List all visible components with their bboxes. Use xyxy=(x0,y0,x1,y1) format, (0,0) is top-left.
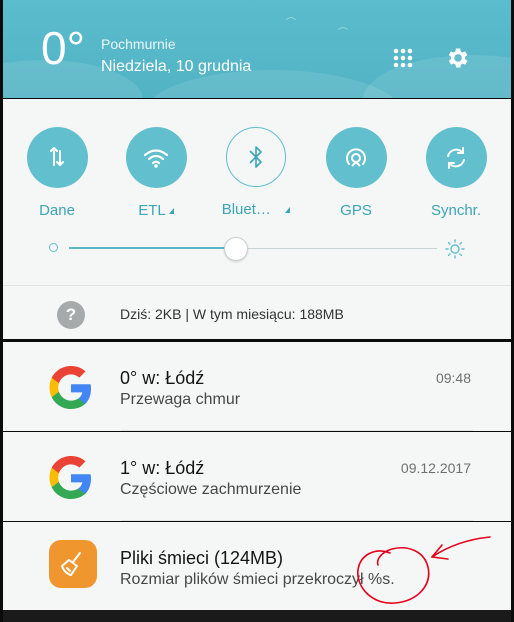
data-usage-row[interactable]: ? Dziś: 2KB | W tym miesiącu: 188MB xyxy=(3,291,511,337)
cloud-decoration xyxy=(363,55,511,98)
notification-text: Przewaga chmur xyxy=(120,391,241,408)
notification-weather-1[interactable]: 0° w: Łódź Przewaga chmur 09:48 xyxy=(3,342,511,431)
bottom-bar xyxy=(3,610,511,622)
current-date: Niedziela, 10 grudnia xyxy=(101,58,252,75)
dropdown-arrow-icon[interactable] xyxy=(285,206,291,213)
sync-icon xyxy=(447,146,465,169)
notification-weather-2[interactable]: 1° w: Łódź Częściowe zachmurzenie 09.12.… xyxy=(3,432,511,521)
weather-condition: Pochmurnie xyxy=(101,36,176,52)
tile-label: ETL xyxy=(111,202,201,219)
weather-header: ⌒ ⌒ 0° Pochmurnie Niedziela, 10 grudnia xyxy=(3,0,511,98)
tile-wifi[interactable]: ETL xyxy=(111,127,201,219)
notification-text: Częściowe zachmurzenie xyxy=(120,481,302,498)
google-icon xyxy=(49,456,91,499)
bluetooth-icon xyxy=(249,146,262,168)
tile-bluetooth[interactable]: Bluet… xyxy=(211,127,301,218)
mobile-data-toggle[interactable] xyxy=(26,127,88,188)
divider xyxy=(121,520,473,521)
divider xyxy=(121,430,473,431)
gps-toggle[interactable] xyxy=(325,127,387,188)
notification-time: 09.12.2017 xyxy=(400,460,471,476)
apps-grid-icon[interactable] xyxy=(390,45,416,71)
notification-text: Rozmiar plików śmieci przekroczył %s. xyxy=(120,571,395,588)
dropdown-arrow-icon[interactable] xyxy=(168,207,174,214)
tile-label: Synchr. xyxy=(430,202,482,219)
notification-title: 0° w: Łódź xyxy=(120,368,205,388)
notification-time: 09:48 xyxy=(435,370,471,386)
broom-icon xyxy=(49,540,97,588)
data-usage-text: Dziś: 2KB | W tym miesiącu: 188MB xyxy=(120,306,344,322)
tile-label: Dane xyxy=(39,202,75,219)
divider xyxy=(3,285,511,286)
location-icon xyxy=(346,147,366,167)
wifi-icon xyxy=(143,148,169,168)
bird-decoration: ⌒ xyxy=(338,28,348,39)
brightness-low-icon xyxy=(49,243,58,252)
notification-title: 1° w: Łódź xyxy=(120,458,205,478)
brightness-slider[interactable] xyxy=(49,237,465,261)
wifi-toggle[interactable] xyxy=(125,127,187,188)
tile-sync[interactable]: Synchr. xyxy=(411,127,501,219)
tile-label: GPS xyxy=(340,202,372,219)
quick-settings-panel: Dane ETL Bluet… GPS Synchr. ? Dziś: 2KB … xyxy=(3,99,511,339)
bluetooth-toggle[interactable] xyxy=(226,127,286,187)
brightness-thumb[interactable] xyxy=(223,237,248,261)
mobile-data-icon xyxy=(50,146,64,166)
gear-icon[interactable] xyxy=(444,45,470,71)
tile-gps[interactable]: GPS xyxy=(311,127,401,219)
brightness-high-icon xyxy=(445,239,465,259)
notification-title: Pliki śmieci (124MB) xyxy=(120,548,284,568)
sync-toggle[interactable] xyxy=(425,127,487,188)
brightness-fill xyxy=(69,247,235,249)
tile-mobile-data[interactable]: Dane xyxy=(12,127,102,219)
tile-label: Bluet… xyxy=(211,201,301,218)
notification-junk-files[interactable]: Pliki śmieci (124MB) Rozmiar plików śmie… xyxy=(3,522,511,610)
bird-decoration: ⌒ xyxy=(286,18,296,29)
help-icon[interactable]: ? xyxy=(57,301,85,329)
current-temperature: 0° xyxy=(41,22,85,74)
google-icon xyxy=(49,366,91,409)
